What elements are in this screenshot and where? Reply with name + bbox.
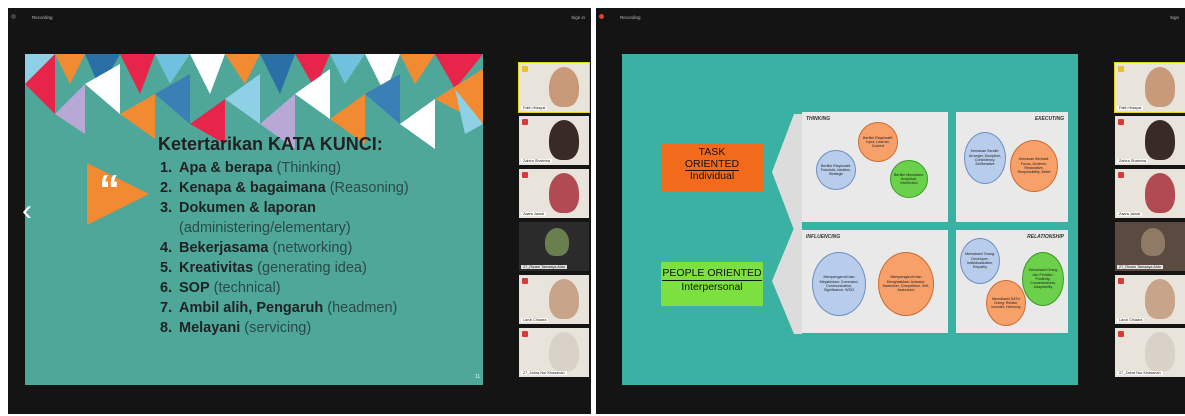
avatar [549,173,579,213]
participant-tile[interactable]: Lanzi Chiaara [1115,275,1185,324]
shared-slide-talent-domains: TASK ORIENTED Individual PEOPLE ORIENTED… [622,54,1078,385]
logo-icon [522,66,528,72]
participant-tile[interactable]: 27_Zahra Nur Khasanah [519,328,589,377]
recording-icon [599,14,604,19]
talent-bubble: Berfikir Eksploratif: Futuristic, Ideati… [816,150,856,190]
panel-title: THINKING [806,116,831,122]
talent-bubble: Memahami SATU Orang: Relator, Includer, … [986,280,1026,326]
participant-name: Lanzi Chiaara [521,318,549,322]
keyword-item: 1. Apa & berapa (Thinking) [160,160,341,176]
participant-tile[interactable]: Zahira Shabrina [519,116,589,165]
people-oriented-box: PEOPLE ORIENTED Interpersonal [661,262,763,306]
participant-name: 27_Zahra Nur Khasanah [1117,371,1163,375]
talent-bubble: Mempengaruhi dan Menghasilkan: Activator… [878,252,934,316]
logo-icon [522,172,528,178]
keyword-item: 3. Dokumen & laporan (administering/elemen… [160,200,351,236]
participant-name: Lanzi Chiaara [1117,318,1145,322]
panel-title: INFLUENCING [806,234,841,240]
right-meeting-window: Recording Sign TASK ORIENTED Individual … [596,8,1185,414]
keyword-item: 4. Bekerjasama (networking) [160,240,353,256]
talent-bubble: Kemauan Berhasil: Focus, Achiever, Resto… [1010,140,1058,192]
panel-executing: EXECUTING Kemauan Sendiri: Arranger, Dis… [956,112,1068,222]
talent-bubble: Memahami Orang: Developer, Individualiza… [960,238,1000,284]
participant-tile[interactable]: Fatih Hidayat [518,62,590,113]
talent-bubble: Berfikir Eksploratif: Input, Learner, Co… [858,122,898,162]
sign-in-link[interactable]: Sign [1170,15,1179,20]
participant-tile[interactable]: 27_Rizam Tamaaya Aldo [1115,222,1185,271]
panel-title: RELATIONSHIP [1027,234,1064,240]
window-title: Recording [32,14,53,20]
recording-icon [11,14,16,19]
participant-strip-right: Fatih Hidayat Zahira Shabrina Zaara Jama… [1114,62,1185,383]
participant-name: 27_Zahra Nur Khasanah [521,371,567,375]
participant-tile[interactable]: Zaara Jamal [1115,169,1185,218]
participant-name: Fatih Hidayat [521,106,548,110]
avatar [1145,279,1175,319]
logo-icon [522,331,528,337]
keyword-item: 7. Ambil alih, Pengaruh (headmen) [160,300,398,316]
participant-tile[interactable]: Lanzi Chiaara [519,275,589,324]
keyword-list: 1. Apa & berapa (Thinking) 2. Kenapa & bag… [160,158,409,338]
panel-thinking: THINKING Berfikir Eksploratif: Futuristi… [802,112,948,222]
talent-bubble: Memahami Orang dan Perilaku: Positivity,… [1022,252,1064,306]
logo-icon [1118,119,1124,125]
sign-in-link[interactable]: Sign in [571,15,585,20]
panel-title: EXECUTING [1034,116,1064,122]
logo-icon [522,278,528,284]
slide-heading: Ketertarikan KATA KUNCI: [158,134,383,154]
keyword-item: 2. Kenapa & bagaimana (Reasoning) [160,180,409,196]
participant-name: Zahira Shabrina [521,159,553,163]
participant-strip-left: Fatih Hidayat Zahira Shabrina Zaara Jama… [518,62,590,383]
avatar [545,228,569,256]
avatar [1145,120,1175,160]
logo-icon [1118,66,1124,72]
avatar [549,120,579,160]
bracket-arrow-top [772,114,802,230]
shared-slide-keywords: “ Ketertarikan KATA KUNCI: 1. Apa & berap… [25,54,483,385]
participant-name: Zaara Jamal [1117,212,1143,216]
left-title-bar: Recording Sign in [8,8,591,26]
window-title: Recording [620,14,641,20]
slide-page-number: 11 [475,374,481,380]
participant-name: Zahira Shabrina [1117,159,1149,163]
participant-tile[interactable]: 27_Rizam Tamaaya Aldo [519,222,589,271]
participant-name: 27_Rizam Tamaaya Aldo [1117,265,1163,269]
talent-bubble: Berfikir Mendalam: Analytical, Intellect… [890,160,928,198]
avatar [549,332,579,372]
avatar [1145,173,1175,213]
keyword-item: 6. SOP (technical) [160,280,281,296]
quote-mark: “ [99,166,120,213]
panel-relationship: RELATIONSHIP Memahami Orang: Developer, … [956,230,1068,333]
participant-tile[interactable]: 27_Zahra Nur Khasanah [1115,328,1185,377]
talent-bubble: Kemauan Sendiri: Arranger, Discipline, C… [964,132,1006,184]
avatar [1145,67,1175,107]
participant-name: Fatih Hidayat [1117,106,1144,110]
logo-icon [1118,278,1124,284]
logo-icon [1118,331,1124,337]
logo-icon [522,119,528,125]
keyword-item: 8. Melayani (servicing) [160,320,312,336]
avatar [549,67,579,107]
right-title-bar: Recording Sign [596,8,1185,26]
left-meeting-window: Recording Sign in “ Ketertarikan KATA KU… [8,8,591,414]
previous-slide-arrow-icon[interactable]: ‹ [22,196,32,226]
bracket-arrow-bottom [772,228,802,334]
keyword-item: 5. Kreativitas (generating idea) [160,260,367,276]
participant-tile[interactable]: Fatih Hidayat [1114,62,1185,113]
panel-influencing: INFLUENCING Mempengaruhi dan Meyakinkan:… [802,230,948,333]
task-oriented-box: TASK ORIENTED Individual [661,144,763,192]
avatar [1145,332,1175,372]
participant-name: Zaara Jamal [521,212,547,216]
participant-name: 27_Rizam Tamaaya Aldo [521,265,567,269]
logo-icon [1118,172,1124,178]
talent-bubble: Mempengaruhi dan Meyakinkan: Command, Co… [812,252,866,316]
avatar [1141,228,1165,256]
participant-tile[interactable]: Zaara Jamal [519,169,589,218]
avatar [549,279,579,319]
participant-tile[interactable]: Zahira Shabrina [1115,116,1185,165]
